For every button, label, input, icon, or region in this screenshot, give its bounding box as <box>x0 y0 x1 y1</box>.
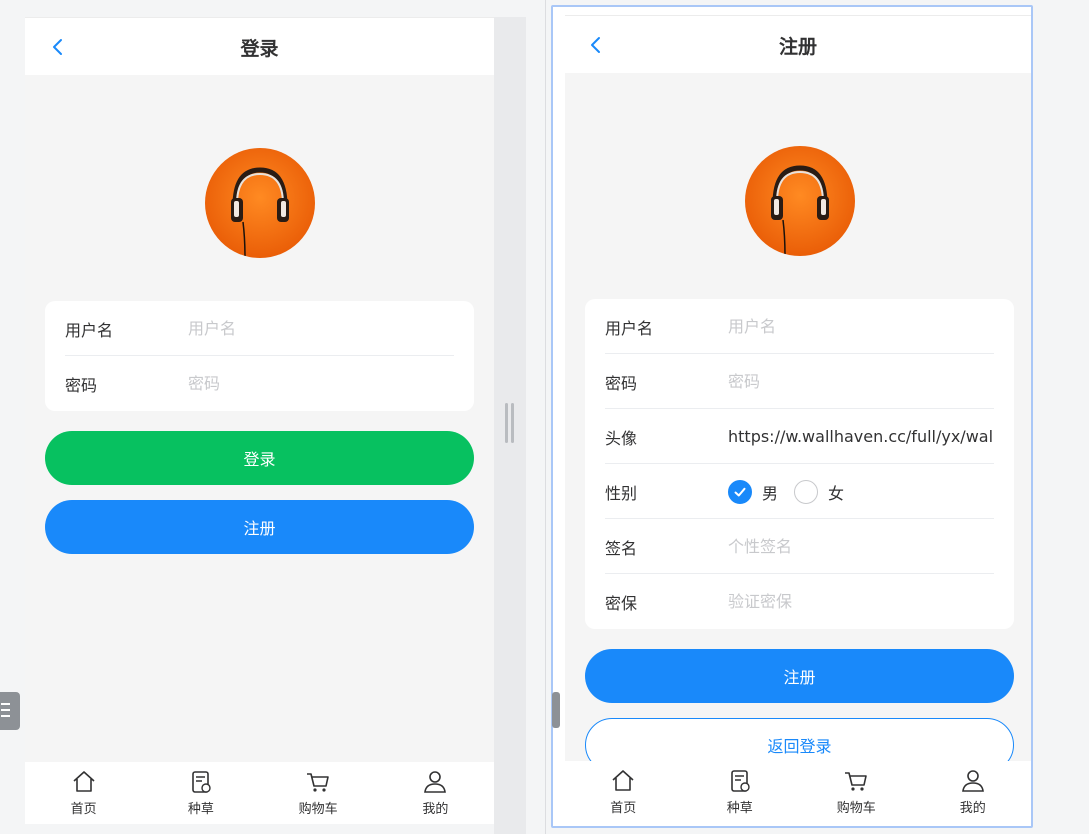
gender-cell: 性别 男 女 <box>605 464 994 519</box>
username-cell: 用户名 <box>65 301 454 356</box>
tab-label: 首页 <box>610 801 637 816</box>
password-label: 密码 <box>605 374 638 393</box>
login-form: 用户名 密码 <box>45 301 474 411</box>
signature-cell: 签名 <box>605 519 994 574</box>
tab-label: 购物车 <box>298 802 338 817</box>
password-input[interactable] <box>188 366 454 400</box>
home-icon <box>612 770 634 791</box>
devtools-preview: 登录 用户名 用户名 密码 登录 注册 首页 种草 购物车 我的 注册 用户名 … <box>0 0 1089 834</box>
page-title: 登录 <box>240 38 279 60</box>
tab-label: 购物车 <box>836 801 876 816</box>
register-form: 用户名 密码 头像 性别 男 <box>585 299 1014 629</box>
tab-label: 首页 <box>70 802 97 817</box>
tabbar: 首页 种草 购物车 我的 <box>25 762 494 824</box>
gender-radio-group: 男 女 <box>728 479 860 505</box>
tab-home[interactable]: 首页 <box>565 761 682 823</box>
headphones-avatar <box>745 146 855 256</box>
password-cell: 密码 <box>65 356 454 411</box>
tab-mine[interactable]: 我的 <box>377 762 494 824</box>
tabbar: 首页 种草 购物车 我的 <box>565 761 1031 823</box>
avatar-label: 头像 <box>605 429 638 448</box>
gender-option-label: 男 <box>762 484 779 503</box>
radio-unchecked-icon <box>794 480 819 504</box>
tab-cart[interactable]: 购物车 <box>260 762 377 824</box>
gender-option-female[interactable]: 女 <box>794 480 844 504</box>
username-label: 用户名 <box>605 319 654 338</box>
headphones-avatar <box>205 148 315 258</box>
tab-label: 我的 <box>422 802 449 817</box>
register-submit-button[interactable]: 注册 <box>585 649 1014 703</box>
avatar-url-cell: 头像 <box>605 409 994 464</box>
password-label: 密码 <box>65 376 98 395</box>
pane-divider <box>545 0 546 834</box>
cart-icon <box>307 773 329 792</box>
username-cell: 用户名 <box>605 299 994 354</box>
side-panel-toggle[interactable] <box>552 692 560 728</box>
tab-label: 我的 <box>959 801 986 816</box>
security-input[interactable] <box>728 584 994 618</box>
username-label: 用户名 <box>65 321 114 340</box>
password-cell: 密码 <box>605 354 994 409</box>
user-icon <box>961 770 984 792</box>
side-menu-toggle[interactable] <box>0 692 20 730</box>
password-input[interactable] <box>728 364 994 398</box>
tab-label: 种草 <box>726 801 753 816</box>
split-drag-handle[interactable] <box>505 403 515 443</box>
notes-icon <box>192 771 211 793</box>
tab-cart[interactable]: 购物车 <box>798 761 915 823</box>
tab-notes[interactable]: 种草 <box>142 762 259 824</box>
avatar-url-input[interactable] <box>728 419 994 453</box>
tab-home[interactable]: 首页 <box>25 762 142 824</box>
register-button[interactable]: 注册 <box>45 500 474 554</box>
gender-label: 性别 <box>605 484 638 503</box>
signature-label: 签名 <box>605 539 638 558</box>
username-input[interactable] <box>728 309 994 343</box>
radio-checked-icon <box>728 480 752 504</box>
login-screen: 登录 用户名 用户名 密码 登录 注册 首页 种草 购物车 我的 <box>25 17 494 824</box>
tab-mine[interactable]: 我的 <box>915 761 1032 823</box>
login-button[interactable]: 登录 <box>45 431 474 485</box>
register-screen: 注册 用户名 用户名 密码 头像 https://w.wallhaven.cc/… <box>565 15 1031 823</box>
login-navbar: 登录 <box>25 17 494 75</box>
security-label: 密保 <box>605 594 638 613</box>
username-input[interactable] <box>188 311 454 345</box>
signature-input[interactable] <box>728 529 994 563</box>
home-icon <box>73 771 95 792</box>
gender-option-male[interactable]: 男 <box>728 480 778 504</box>
gender-option-label: 女 <box>828 484 845 503</box>
tab-notes[interactable]: 种草 <box>682 761 799 823</box>
register-navbar: 注册 <box>565 15 1031 73</box>
security-cell: 密保 <box>605 574 994 629</box>
user-icon <box>424 771 447 793</box>
notes-icon <box>730 770 750 792</box>
cart-icon <box>845 772 868 791</box>
page-title: 注册 <box>778 36 817 58</box>
tab-label: 种草 <box>187 802 214 817</box>
